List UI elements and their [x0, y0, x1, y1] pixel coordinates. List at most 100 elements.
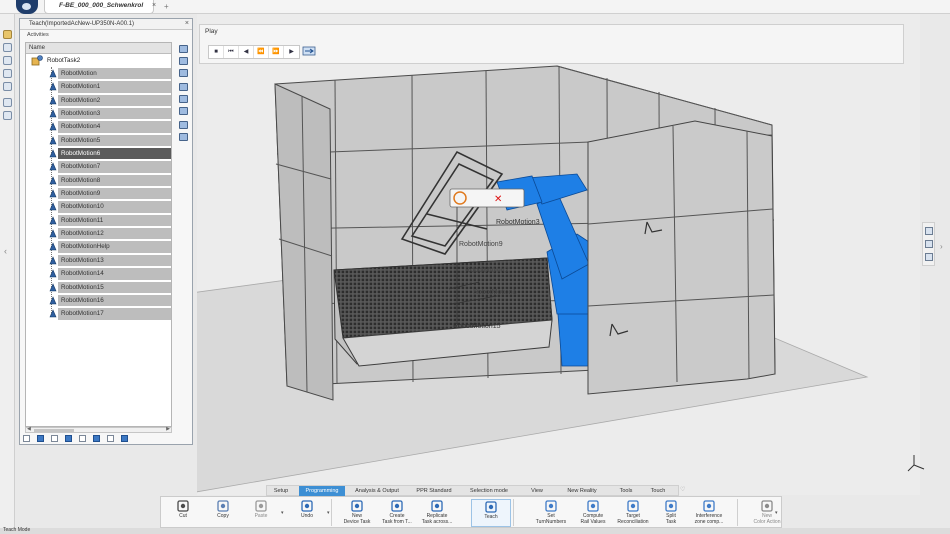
plm-icon[interactable] [3, 30, 12, 39]
stop-icon[interactable]: ■ [209, 46, 224, 58]
undo-dropdown-icon[interactable]: ▾ [327, 510, 330, 516]
3d-viewport[interactable]: RobotMotion3 RobotMotion9 RobotMotion2 R… [197, 14, 920, 495]
tree-item[interactable]: RobotMotion4 [42, 120, 171, 133]
tree-item[interactable]: RobotMotion15 [42, 281, 171, 294]
robot-cell-scene[interactable]: RobotMotion3 RobotMotion9 RobotMotion2 R… [197, 14, 920, 495]
horizontal-scrollbar[interactable]: ◀ ▶ [25, 426, 172, 433]
paste-button[interactable]: Paste [241, 499, 281, 527]
target-reconciliation-button[interactable]: Target Reconciliation [613, 499, 653, 527]
checkbox-icon[interactable] [106, 435, 114, 442]
replicate-task-across-button[interactable]: Replicate Task across... [417, 499, 457, 527]
teach-button[interactable]: Teach [471, 499, 511, 527]
tree-item[interactable]: RobotMotion2 [42, 94, 171, 107]
play-reverse-icon[interactable]: ⏪ [254, 46, 269, 58]
activity-tree[interactable]: Name RobotTask2 RobotMotion RobotMotion1 R… [25, 42, 172, 427]
chevron-left-icon[interactable]: ‹ [4, 246, 7, 256]
new-color-action-button[interactable]: New Color Action [747, 499, 787, 527]
robot-filter-icon[interactable] [36, 435, 44, 442]
checkbox-icon[interactable] [78, 435, 86, 442]
tree-item[interactable]: RobotMotion14 [42, 267, 171, 280]
robot-motion-icon [49, 162, 57, 171]
tree-item[interactable]: RobotMotion11 [42, 214, 171, 227]
edit-icon[interactable] [179, 133, 188, 141]
tree-item[interactable]: RobotMotion1 [42, 80, 171, 93]
tool-icon[interactable] [179, 121, 188, 129]
compute-rail-values-button[interactable]: Compute Rail Values [573, 499, 613, 527]
panel-footer-toolbar [23, 435, 183, 443]
tree-item[interactable]: RobotMotionHelp [42, 240, 171, 253]
filter-icon[interactable] [3, 56, 12, 65]
delete-icon[interactable] [179, 107, 188, 115]
tree-item[interactable]: RobotMotion12 [42, 227, 171, 240]
scrollbar-thumb[interactable] [34, 429, 74, 432]
view-icon[interactable] [925, 227, 933, 235]
set-turnnumbers-button[interactable]: Set TurnNumbers [531, 499, 571, 527]
gear-icon[interactable] [3, 111, 12, 120]
compass-logo-icon[interactable] [16, 0, 38, 14]
plus-icon[interactable]: + [164, 2, 169, 11]
tab-tools[interactable]: Tools [611, 486, 641, 496]
tab-new-reality[interactable]: New Reality [557, 486, 607, 496]
tab-selection-mode[interactable]: Selection mode [463, 486, 515, 496]
new-device-task-button[interactable]: New Device Task [337, 499, 377, 527]
tree-item[interactable]: RobotMotion7 [42, 160, 171, 173]
tab-analysis-output[interactable]: Analysis & Output [349, 486, 405, 496]
tree-item[interactable]: RobotMotion9 [42, 187, 171, 200]
left-toolbar: ‹ [0, 14, 15, 528]
tab-ppr-standard[interactable]: PPR Standard [409, 486, 459, 496]
step-forward-icon[interactable]: ⏩ [269, 46, 284, 58]
properties-icon[interactable] [3, 98, 12, 107]
tree-root[interactable]: RobotTask2 [26, 54, 171, 67]
tool-filter-icon[interactable] [64, 435, 72, 442]
jump-start-icon[interactable]: ⏮ [224, 46, 239, 58]
copy-button[interactable]: Copy [203, 499, 243, 527]
interference-zone-comp-button[interactable]: Interference zone comp... [689, 499, 729, 527]
checkbox-icon[interactable] [23, 435, 30, 442]
tab-setup[interactable]: Setup [267, 486, 295, 496]
tree-item[interactable]: RobotMotion3 [42, 107, 171, 120]
scroll-right-icon[interactable]: ▶ [166, 426, 170, 432]
context-close-icon[interactable]: ✕ [494, 194, 502, 205]
play-settings-icon[interactable] [302, 44, 316, 58]
paste-dropdown-icon[interactable]: ▾ [281, 510, 284, 516]
scroll-left-icon[interactable]: ◀ [27, 426, 31, 432]
tree-item-label: RobotMotionHelp [61, 243, 110, 251]
chevron-right-icon[interactable]: › [940, 242, 943, 251]
tree-item[interactable]: RobotMotion13 [42, 254, 171, 267]
tree-item[interactable]: RobotMotion8 [42, 174, 171, 187]
move-up-icon[interactable] [179, 45, 188, 53]
robot-icon[interactable] [3, 82, 12, 91]
tree-item[interactable]: RobotMotion5 [42, 134, 171, 147]
close-icon[interactable]: × [185, 20, 189, 27]
layers-icon[interactable] [3, 69, 12, 78]
play-icon[interactable]: ▶ [284, 46, 299, 58]
render-icon[interactable] [925, 253, 933, 261]
camera-icon[interactable] [925, 240, 933, 248]
tab-touch[interactable]: Touch [643, 486, 673, 496]
insert-icon[interactable] [179, 57, 188, 65]
tab-view[interactable]: View [519, 486, 555, 496]
split-task-button[interactable]: Split Task [651, 499, 691, 527]
via-point-icon[interactable] [179, 95, 188, 103]
move-down-icon[interactable] [179, 69, 188, 77]
tree-icon[interactable] [3, 43, 12, 52]
more-tabs-icon[interactable]: ♡ [680, 486, 685, 493]
undo-button[interactable]: Undo [287, 499, 327, 527]
add-motion-icon[interactable] [179, 83, 188, 91]
tree-item[interactable]: RobotMotion [42, 67, 171, 80]
checkbox-icon[interactable] [50, 435, 58, 442]
motion-filter-icon[interactable] [120, 435, 128, 442]
target-filter-icon[interactable] [92, 435, 100, 442]
document-tab[interactable]: F-BE_000_000_Schwenkrol [44, 0, 155, 14]
axis-compass-icon[interactable] [905, 452, 927, 474]
close-icon[interactable]: × [152, 2, 156, 9]
column-header-name[interactable]: Name [26, 43, 171, 54]
cut-button[interactable]: Cut [163, 499, 203, 527]
step-back-icon[interactable]: ◀ [239, 46, 254, 58]
tree-item[interactable]: RobotMotion10 [42, 200, 171, 213]
create-task-from-t-button[interactable]: Create Task from T... [377, 499, 417, 527]
tree-item[interactable]: RobotMotion6 [42, 147, 171, 160]
tree-item[interactable]: RobotMotion17 [42, 307, 171, 320]
tab-programming[interactable]: Programming [299, 486, 345, 496]
tree-item[interactable]: RobotMotion16 [42, 294, 171, 307]
